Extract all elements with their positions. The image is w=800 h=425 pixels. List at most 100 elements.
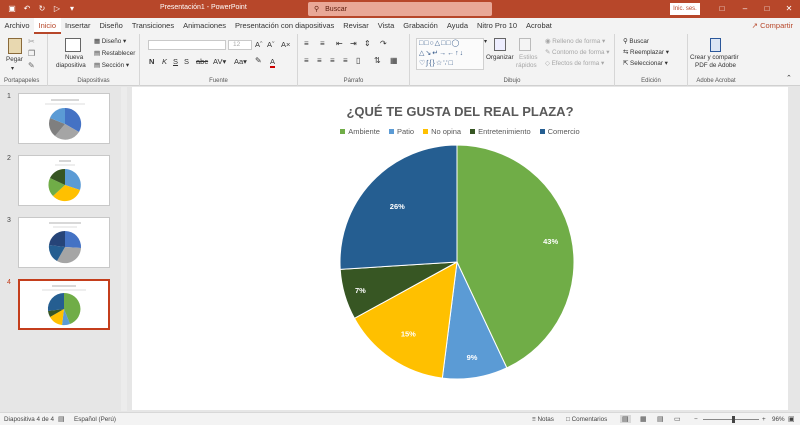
data-label-comercio[interactable]: 26% [390, 202, 405, 211]
line-spacing-icon[interactable]: ⇕ [364, 39, 371, 48]
accessibility-icon[interactable]: ▤ [58, 415, 65, 423]
character-spacing-icon[interactable]: AV▾ [213, 57, 226, 66]
text-direction-icon[interactable]: ↷ [380, 39, 387, 48]
zoom-level[interactable]: 96% [772, 416, 785, 423]
layout-button[interactable]: ▦ Diseño ▾ [94, 38, 126, 45]
save-icon[interactable]: ▣ [7, 4, 17, 14]
shape-effects-button[interactable]: ◇ Efectos de forma ▾ [545, 60, 604, 67]
shapes-gallery-more-icon[interactable]: ▾ [484, 38, 487, 45]
quick-styles-label-1[interactable]: Estilos [519, 54, 538, 61]
undo-icon[interactable]: ↶ [22, 4, 32, 14]
slide-sorter-icon[interactable]: ▦ [640, 415, 647, 423]
cut-icon[interactable]: ✂ [28, 37, 35, 46]
notes-button[interactable]: ≡ Notas [532, 416, 554, 423]
highlight-icon[interactable]: ✎ [255, 56, 262, 65]
bullets-icon[interactable]: ≡ [304, 39, 309, 48]
redo-icon[interactable]: ↻ [37, 4, 47, 14]
tab-ayuda[interactable]: Ayuda [442, 18, 472, 34]
data-label-ambiente[interactable]: 43% [543, 237, 558, 246]
create-pdf-label-1[interactable]: Crear y compartir [690, 54, 739, 61]
close-icon[interactable]: ✕ [779, 0, 799, 18]
find-button[interactable]: ⚲ Buscar [623, 38, 649, 45]
zoom-in-icon[interactable]: + [762, 416, 766, 423]
bold-icon[interactable]: N [149, 57, 154, 66]
fit-to-window-icon[interactable]: ▣ [788, 415, 795, 423]
create-pdf-label-2[interactable]: PDF de Adobe [695, 62, 736, 69]
tab-presentacion[interactable]: Presentación con diapositivas [231, 18, 339, 34]
data-label-patio[interactable]: 9% [467, 353, 478, 362]
language-status[interactable]: Español (Perú) [74, 416, 116, 423]
tab-nitro[interactable]: Nitro Pro 10 [473, 18, 522, 34]
minimize-icon[interactable]: – [735, 0, 755, 18]
quick-styles-label-2[interactable]: rápidos [516, 62, 537, 69]
new-slide-icon[interactable] [65, 38, 81, 52]
paste-button[interactable]: Pegar [6, 56, 23, 63]
paste-dropdown-icon[interactable]: ▾ [11, 65, 14, 72]
increase-font-icon[interactable]: Aˆ [255, 40, 263, 49]
data-label-entretenimiento[interactable]: 7% [355, 286, 366, 295]
numbering-icon[interactable]: ≡ [320, 39, 325, 48]
pie-chart[interactable]: 43% 9% 15% 7% 26% [132, 87, 788, 410]
reading-view-icon[interactable]: ▤ [657, 415, 664, 423]
tab-inicio[interactable]: Inicio [34, 18, 61, 34]
align-text-icon[interactable]: ⇅ [374, 56, 381, 65]
slides-panel-scrollbar[interactable] [121, 87, 127, 411]
tab-acrobat[interactable]: Acrobat [522, 18, 557, 34]
font-color-icon[interactable]: A [270, 57, 276, 68]
shapes-gallery[interactable]: □□○△□□◯ △↘↵→←↑↓ ♡∫{}☆∵□ [416, 38, 484, 70]
shadow-icon[interactable]: S [184, 57, 189, 66]
arrange-icon[interactable] [494, 38, 506, 51]
underline-icon[interactable]: S [173, 57, 178, 66]
create-pdf-icon[interactable] [710, 38, 721, 52]
normal-view-icon[interactable]: ▤ [620, 415, 631, 423]
tab-vista[interactable]: Vista [373, 18, 399, 34]
new-slide-label-1[interactable]: Nueva [65, 54, 83, 61]
decrease-indent-icon[interactable]: ⇤ [336, 39, 343, 48]
slide-canvas[interactable]: ¿QUÉ TE GUSTA DEL REAL PLAZA? Ambiente P… [132, 87, 788, 410]
comments-button[interactable]: □ Comentarios [566, 416, 607, 423]
align-left-icon[interactable]: ≡ [304, 56, 309, 65]
columns-icon[interactable]: ▯ [356, 56, 360, 65]
font-size-dropdown[interactable]: 12 [228, 40, 252, 50]
search-box[interactable]: ⚲ Buscar [308, 2, 492, 16]
strikethrough-icon[interactable]: abc [196, 57, 208, 66]
new-slide-label-2[interactable]: diapositiva [56, 62, 86, 69]
align-right-icon[interactable]: ≡ [330, 56, 335, 65]
replace-button[interactable]: ⇆ Reemplazar ▾ [623, 49, 669, 56]
select-button[interactable]: ⇱ Seleccionar ▾ [623, 60, 668, 67]
customize-qat-icon[interactable]: ▾ [67, 4, 77, 14]
paste-icon[interactable] [8, 38, 22, 54]
justify-icon[interactable]: ≡ [343, 56, 348, 65]
tab-archivo[interactable]: Archivo [0, 18, 34, 34]
section-button[interactable]: ▤ Sección ▾ [94, 62, 129, 69]
slide-thumbnail-4[interactable] [18, 279, 110, 330]
format-painter-icon[interactable]: ✎ [28, 61, 35, 70]
clear-formatting-icon[interactable]: A× [281, 40, 290, 49]
copy-icon[interactable]: ❐ [28, 49, 35, 58]
tab-transiciones[interactable]: Transiciones [127, 18, 178, 34]
tab-insertar[interactable]: Insertar [61, 18, 95, 34]
slideshow-view-icon[interactable]: ▭ [674, 415, 681, 423]
tab-revisar[interactable]: Revisar [339, 18, 373, 34]
share-button[interactable]: ↗ Compartir [749, 20, 796, 32]
zoom-out-icon[interactable]: − [694, 416, 698, 423]
collapse-ribbon-icon[interactable]: ⌃ [786, 74, 792, 82]
data-label-no-opina[interactable]: 15% [401, 330, 416, 339]
shape-fill-button[interactable]: ◉ Relleno de forma ▾ [545, 38, 605, 45]
tab-animaciones[interactable]: Animaciones [179, 18, 231, 34]
slide-thumbnail-2[interactable] [18, 155, 110, 206]
align-center-icon[interactable]: ≡ [317, 56, 322, 65]
quick-styles-icon[interactable] [519, 38, 531, 51]
smartart-icon[interactable]: ▦ [390, 56, 398, 65]
start-from-beginning-icon[interactable]: ▷ [52, 4, 62, 14]
zoom-slider-thumb[interactable] [732, 416, 735, 423]
slide-scrollbar[interactable] [790, 87, 800, 411]
font-family-dropdown[interactable] [148, 40, 226, 50]
reset-button[interactable]: ▤ Restablecer [94, 50, 135, 57]
decrease-font-icon[interactable]: Aˇ [267, 40, 275, 49]
ribbon-display-options-icon[interactable]: □ [712, 0, 732, 18]
tab-diseno[interactable]: Diseño [95, 18, 127, 34]
increase-indent-icon[interactable]: ⇥ [350, 39, 357, 48]
zoom-slider[interactable] [703, 419, 759, 420]
sign-in-button[interactable]: Inic. ses. [670, 3, 700, 15]
